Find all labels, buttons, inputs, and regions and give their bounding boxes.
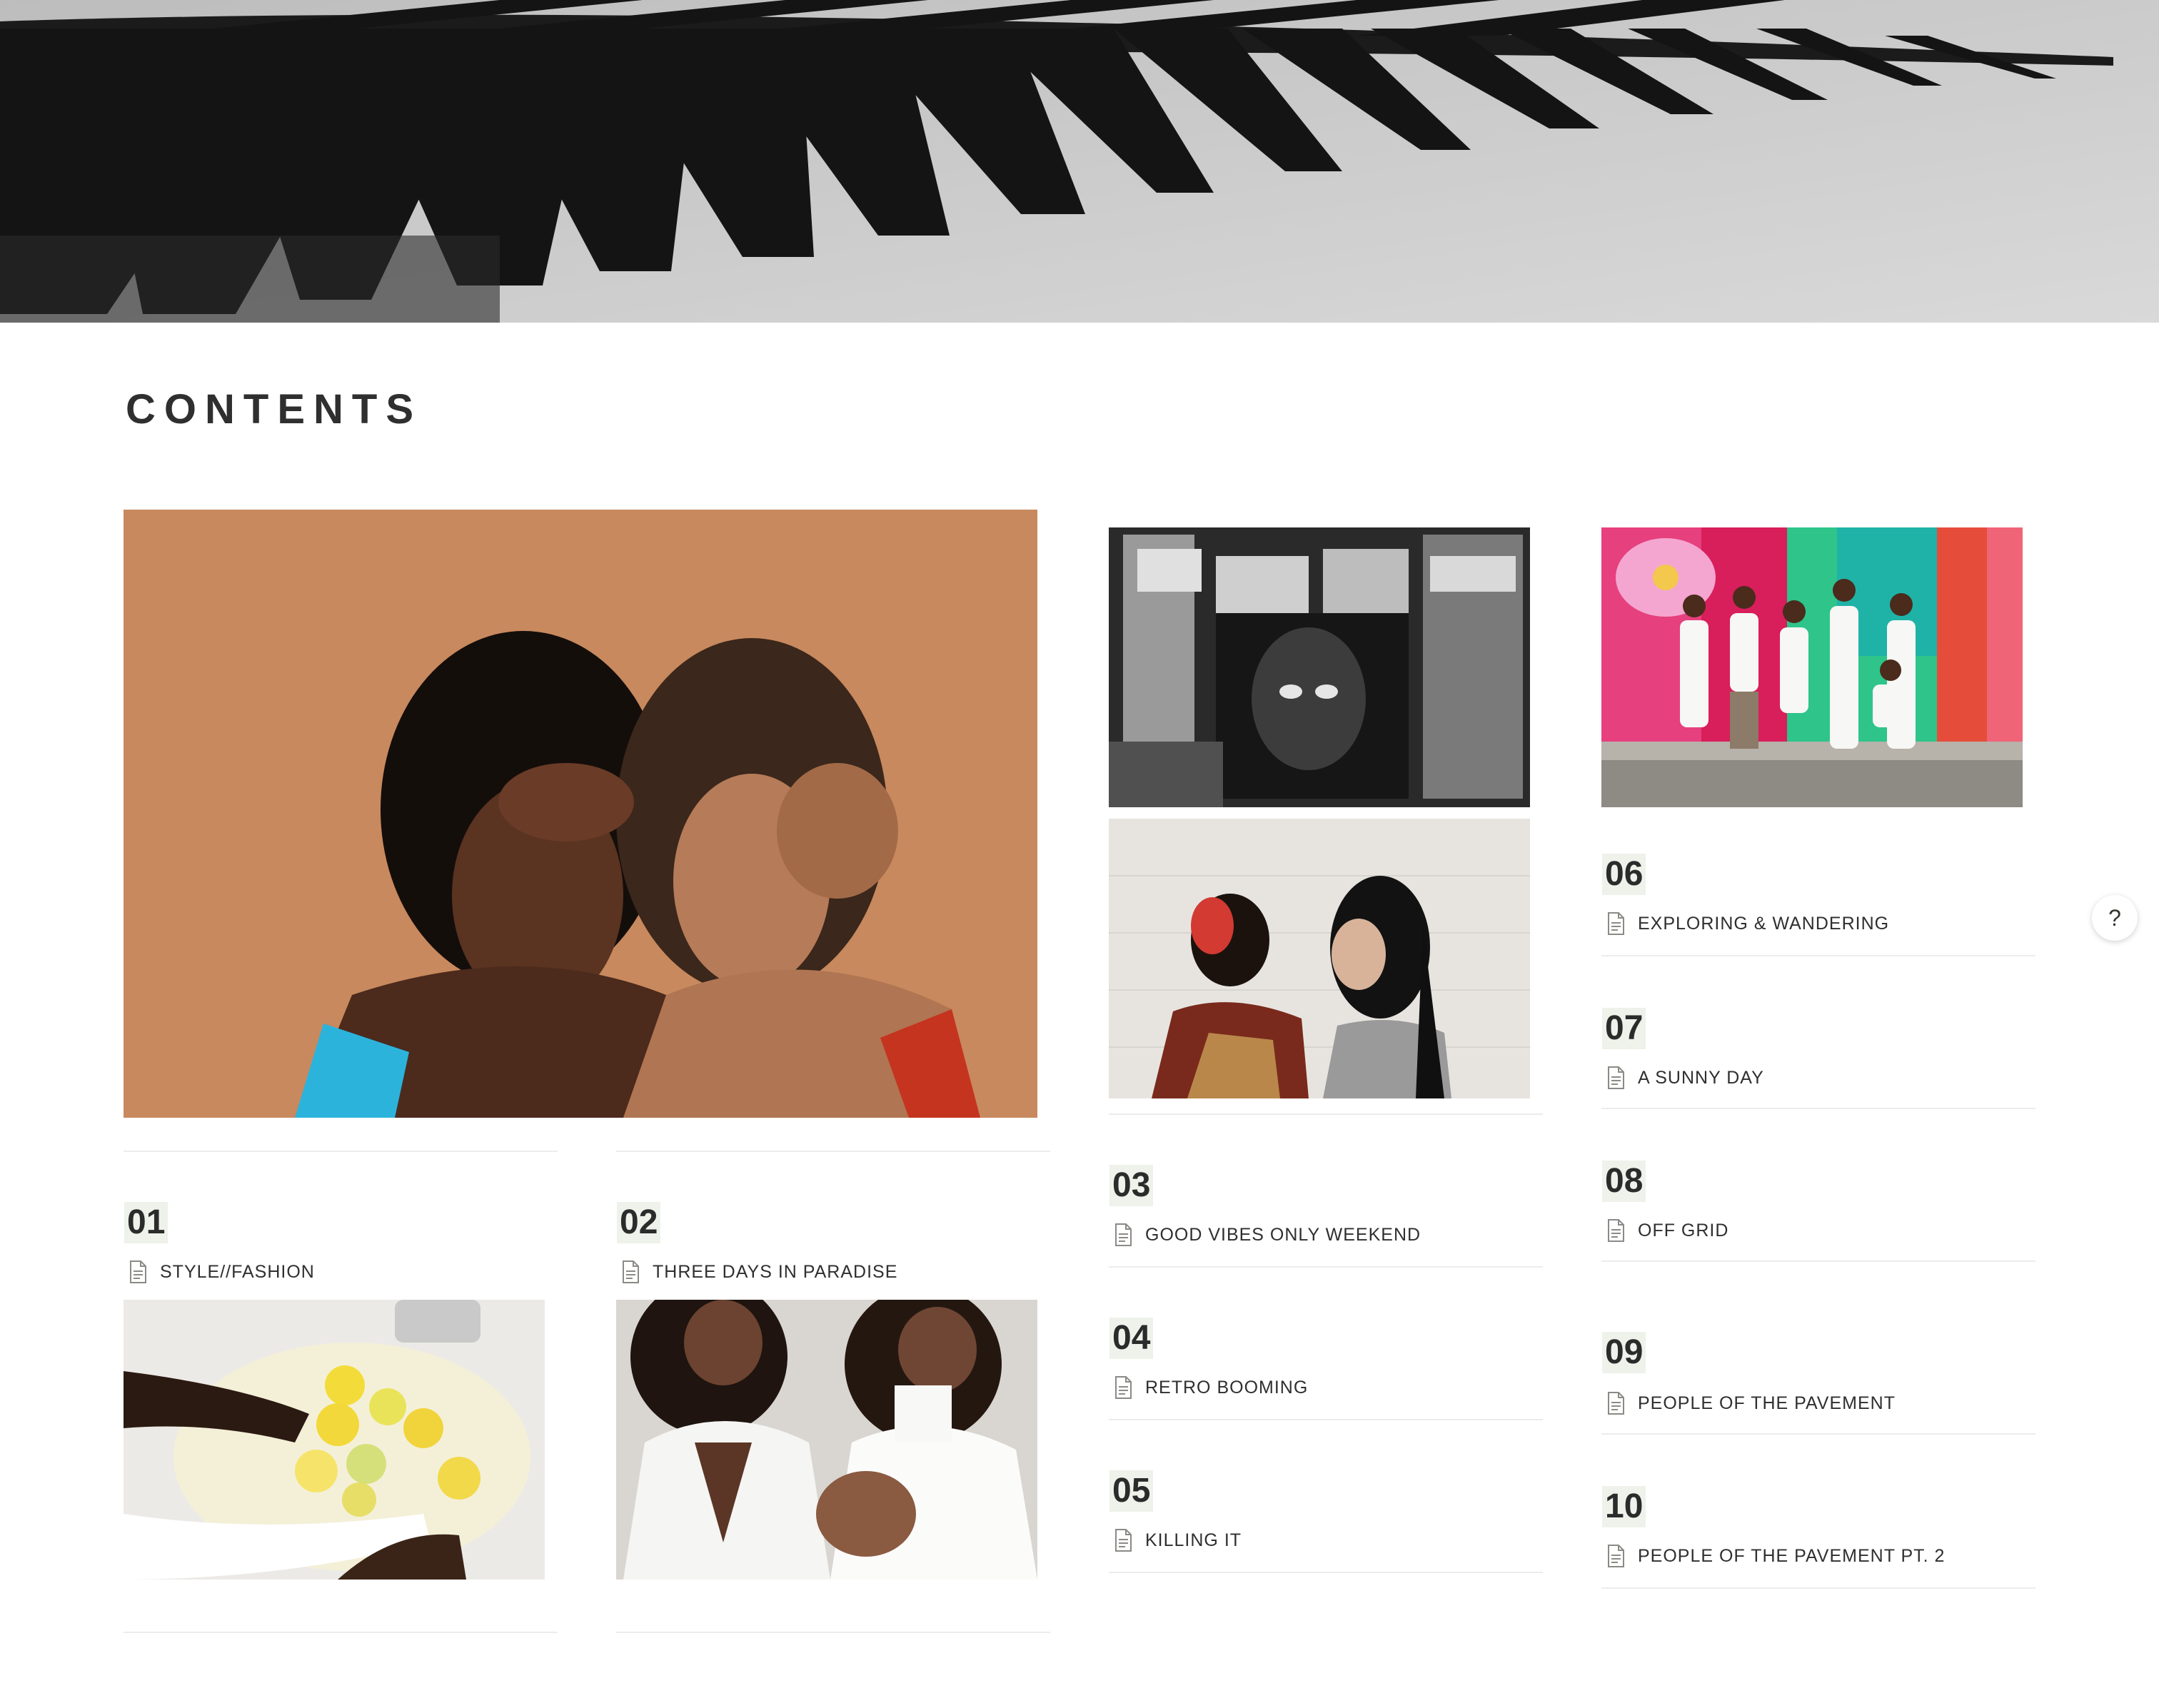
divider — [616, 1632, 1050, 1633]
entry-link-06[interactable]: EXPLORING & WANDERING — [1606, 912, 1889, 935]
entry-number: 01 — [124, 1202, 168, 1243]
page-icon — [1115, 1529, 1132, 1552]
photo-kiss[interactable] — [1109, 819, 1530, 1098]
entry-number: 07 — [1602, 1008, 1646, 1049]
entry-photo-paradise[interactable] — [616, 1300, 1037, 1580]
page-icon — [623, 1260, 639, 1283]
entry-link-10[interactable]: PEOPLE OF THE PAVEMENT PT. 2 — [1606, 1545, 1945, 1567]
photo-mural-group[interactable] — [1601, 527, 2023, 807]
entry-number: 10 — [1602, 1486, 1646, 1527]
entry-link-07[interactable]: A SUNNY DAY — [1606, 1066, 1764, 1089]
help-icon: ? — [2108, 904, 2121, 931]
notion-page: CONTENTS 01 STYLE//FASHION 02 THREE DAYS… — [0, 0, 2159, 1708]
page-title: CONTENTS — [126, 386, 422, 433]
entry-title: THREE DAYS IN PARADISE — [653, 1261, 898, 1282]
entry-title: EXPLORING & WANDERING — [1638, 913, 1890, 934]
entry-number: 03 — [1109, 1165, 1154, 1206]
entry-link-05[interactable]: KILLING IT — [1114, 1529, 1242, 1552]
entry-link-03[interactable]: GOOD VIBES ONLY WEEKEND — [1114, 1223, 1421, 1246]
divider — [1601, 1260, 2035, 1262]
divider — [1109, 1572, 1543, 1573]
entry-number: 05 — [1109, 1470, 1154, 1512]
entry-title: PEOPLE OF THE PAVEMENT — [1638, 1393, 1896, 1413]
divider — [1601, 1587, 2035, 1589]
page-icon — [1608, 1219, 1624, 1242]
entry-number: 06 — [1602, 854, 1646, 895]
divider — [616, 1151, 1050, 1152]
entry-title: OFF GRID — [1638, 1220, 1729, 1240]
entry-number: 09 — [1602, 1332, 1646, 1373]
entry-number: 08 — [1602, 1161, 1646, 1202]
entry-title: A SUNNY DAY — [1638, 1067, 1764, 1088]
entry-title: RETRO BOOMING — [1145, 1377, 1309, 1398]
entry-number: 02 — [617, 1202, 661, 1243]
palm-leaf-image — [0, 0, 2159, 323]
divider — [1109, 1419, 1543, 1420]
entry-title: KILLING IT — [1145, 1530, 1242, 1550]
entry-number: 04 — [1109, 1318, 1154, 1359]
divider — [1601, 955, 2035, 956]
divider — [124, 1151, 558, 1152]
divider — [1109, 1266, 1543, 1268]
help-button[interactable]: ? — [2092, 895, 2138, 941]
page-icon — [1608, 1545, 1624, 1567]
entry-title: PEOPLE OF THE PAVEMENT PT. 2 — [1638, 1545, 1946, 1566]
entry-link-09[interactable]: PEOPLE OF THE PAVEMENT — [1606, 1392, 1896, 1415]
photo-records[interactable] — [1109, 527, 1530, 807]
divider — [124, 1632, 558, 1633]
page-icon — [1608, 1392, 1624, 1415]
hero-photo[interactable] — [124, 510, 1037, 1118]
entry-link-08[interactable]: OFF GRID — [1606, 1219, 1728, 1242]
page-icon — [1115, 1223, 1132, 1246]
entry-link-01[interactable]: STYLE//FASHION — [129, 1260, 315, 1283]
entry-link-02[interactable]: THREE DAYS IN PARADISE — [621, 1260, 897, 1283]
page-icon — [130, 1260, 146, 1283]
page-icon — [1608, 912, 1624, 935]
divider — [1109, 1113, 1543, 1115]
page-icon — [1115, 1376, 1132, 1399]
page-icon — [1608, 1066, 1624, 1089]
entry-title: GOOD VIBES ONLY WEEKEND — [1145, 1224, 1421, 1245]
entry-photo-lemons[interactable] — [124, 1300, 545, 1580]
entry-link-04[interactable]: RETRO BOOMING — [1114, 1376, 1308, 1399]
cover-image[interactable] — [0, 0, 2159, 323]
entry-title: STYLE//FASHION — [160, 1261, 315, 1282]
divider — [1601, 1433, 2035, 1435]
divider — [1601, 1108, 2035, 1109]
